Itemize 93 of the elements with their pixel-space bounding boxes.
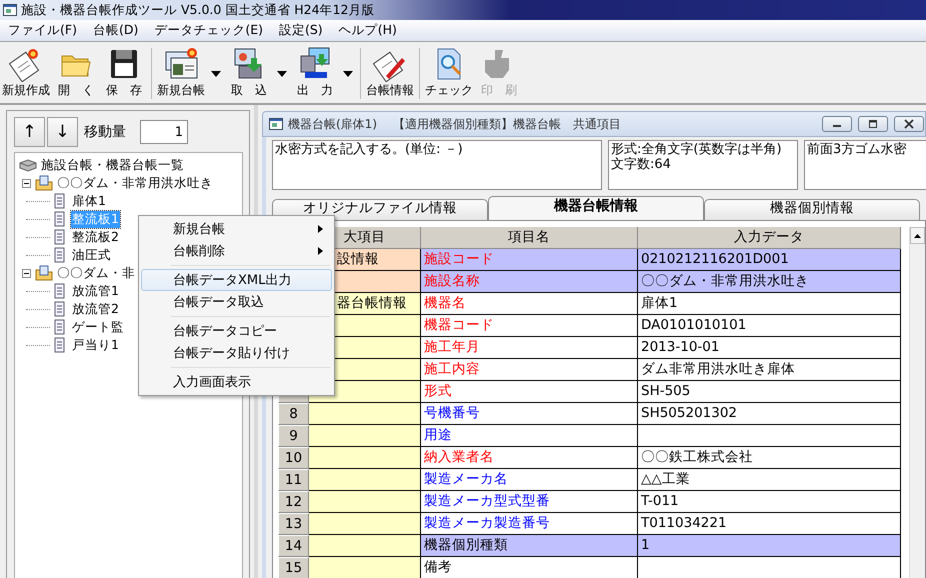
move-down-button[interactable]: ↓	[47, 117, 78, 147]
context-menu-item[interactable]: 台帳データXML出力	[141, 269, 332, 291]
table-cell: 施工年月	[421, 337, 638, 359]
value-preview: 前面3方ゴム水密	[804, 140, 926, 190]
column-header: 入力データ	[638, 227, 901, 249]
column-header: 項目名	[421, 227, 638, 249]
window-title: 施設・機器台帳作成ツール V5.0.0 国土交通省 H24年12月版	[21, 2, 374, 18]
close-icon	[903, 119, 915, 129]
toolbar-button[interactable]: チェック	[423, 44, 475, 103]
collapse-icon[interactable]	[22, 268, 31, 278]
scroll-up-icon[interactable]	[910, 227, 925, 244]
tree-root-label[interactable]: 施設台帳・機器台帳一覧	[40, 156, 185, 174]
table-cell: 用途	[421, 425, 638, 447]
minimize-button[interactable]	[822, 116, 852, 132]
menu-item[interactable]: ヘルプ(H)	[330, 22, 405, 39]
row-number: 13	[278, 513, 309, 535]
toolbar-button[interactable]: 新規作成	[0, 44, 52, 103]
restore-button[interactable]	[858, 116, 888, 132]
table-cell[interactable]: DA0101010101	[638, 315, 901, 337]
table-cell: 製造メーカ名	[421, 469, 638, 491]
row-number: 11	[278, 469, 309, 491]
row-number: 15	[278, 557, 309, 578]
format-text: 形式:全角文字(英数字は半角)	[611, 142, 783, 157]
table-cell: 施設コード	[421, 249, 638, 271]
close-button[interactable]	[894, 116, 924, 132]
row-number: 10	[278, 447, 309, 469]
database-icon	[19, 157, 37, 173]
table-cell: 製造メーカ型式型番	[421, 491, 638, 513]
table-cell: 機器コード	[421, 315, 638, 337]
menu-item[interactable]: データチェック(E)	[146, 22, 271, 39]
table-cell[interactable]: 1	[638, 535, 901, 557]
tree-item[interactable]: 戸当り1	[71, 336, 120, 354]
toolbar-button[interactable]: 取 込	[225, 44, 273, 103]
table-cell[interactable]: ダム非常用洪水吐き扉体	[638, 359, 901, 381]
caret-icon[interactable]	[277, 70, 287, 76]
toolbar-button[interactable]: 保 存	[100, 44, 148, 103]
table-cell: 施工内容	[421, 359, 638, 381]
table-cell[interactable]: 〇〇鉄工株式会社	[638, 447, 901, 469]
table-cell: 機器個別種類	[421, 535, 638, 557]
tree-folder-label[interactable]: 〇〇ダム・非常用洪水吐き	[56, 174, 214, 192]
tree-item[interactable]: ゲート監	[71, 318, 125, 336]
table-cell: 施設名称	[421, 271, 638, 293]
caret-icon[interactable]	[343, 70, 353, 76]
table-cell[interactable]	[638, 425, 901, 447]
tree-item[interactable]: 整流板2	[71, 228, 120, 246]
toolbar-button[interactable]: 台帳情報	[364, 44, 416, 103]
caret-icon[interactable]	[211, 70, 221, 76]
table-cell[interactable]: SH505201302	[638, 403, 901, 425]
description-text: 水密方式を記入する。(単位: －)	[272, 140, 602, 190]
menu-item[interactable]: 設定(S)	[271, 22, 331, 39]
table-cell[interactable]: 0210212116201D001	[638, 249, 901, 271]
app-icon	[3, 4, 17, 16]
tree-folder-label[interactable]: 〇〇ダム・非	[56, 264, 136, 282]
context-menu-item[interactable]: 台帳データ貼り付け	[141, 342, 332, 364]
table-cell[interactable]: 〇〇ダム・非常用洪水吐き	[638, 271, 901, 293]
menu-item[interactable]: 台帳(D)	[84, 22, 146, 39]
tree-item[interactable]: 放流管1	[71, 282, 120, 300]
step-label: 移動量	[84, 123, 126, 141]
toolbar-button[interactable]: 出 力	[291, 44, 339, 103]
table-cell[interactable]: SH-505	[638, 381, 901, 403]
row-number: 12	[278, 491, 309, 513]
collapse-icon[interactable]	[22, 178, 31, 188]
move-up-button[interactable]: ↑	[14, 117, 45, 147]
context-menu-item[interactable]: 入力画面表示	[141, 371, 332, 393]
table-cell: 形式	[421, 381, 638, 403]
tab[interactable]: 機器個別情報	[704, 199, 920, 220]
window-icon	[269, 118, 283, 130]
table-cell: 号機番号	[421, 403, 638, 425]
table-cell[interactable]: △△工業	[638, 469, 901, 491]
tree-item[interactable]: 油圧式	[71, 246, 112, 264]
table-cell: 備考	[421, 557, 638, 578]
tab[interactable]: オリジナルファイル情報	[272, 199, 488, 220]
row-number: 14	[278, 535, 309, 557]
tab[interactable]: 機器台帳情報	[488, 196, 704, 220]
menu-item[interactable]: ファイル(F)	[0, 22, 85, 39]
row-number: 9	[278, 425, 309, 447]
format-text: 文字数:64	[611, 157, 672, 172]
table-cell[interactable]: 扉体1	[638, 293, 901, 315]
step-field[interactable]: 1	[140, 120, 188, 144]
subwindow-title: 機器台帳(扉体1) 【適用機器個別種類】機器台帳 共通項目	[288, 116, 622, 132]
table-cell: 機器名	[421, 293, 638, 315]
table-cell: 納入業者名	[421, 447, 638, 469]
toolbar-button[interactable]: 開 く	[52, 44, 100, 103]
folder-icon	[35, 175, 53, 191]
toolbar-button[interactable]: 新規台帳	[155, 44, 207, 103]
tree-item[interactable]: 扉体1	[71, 192, 107, 210]
row-number: 8	[278, 403, 309, 425]
restore-icon	[867, 119, 879, 129]
table-cell[interactable]: 2013-10-01	[638, 337, 901, 359]
tree-item[interactable]: 放流管2	[71, 300, 120, 318]
context-menu-item[interactable]: 台帳データコピー	[141, 320, 332, 342]
folder-icon	[35, 265, 53, 281]
table-cell[interactable]: T-011	[638, 491, 901, 513]
